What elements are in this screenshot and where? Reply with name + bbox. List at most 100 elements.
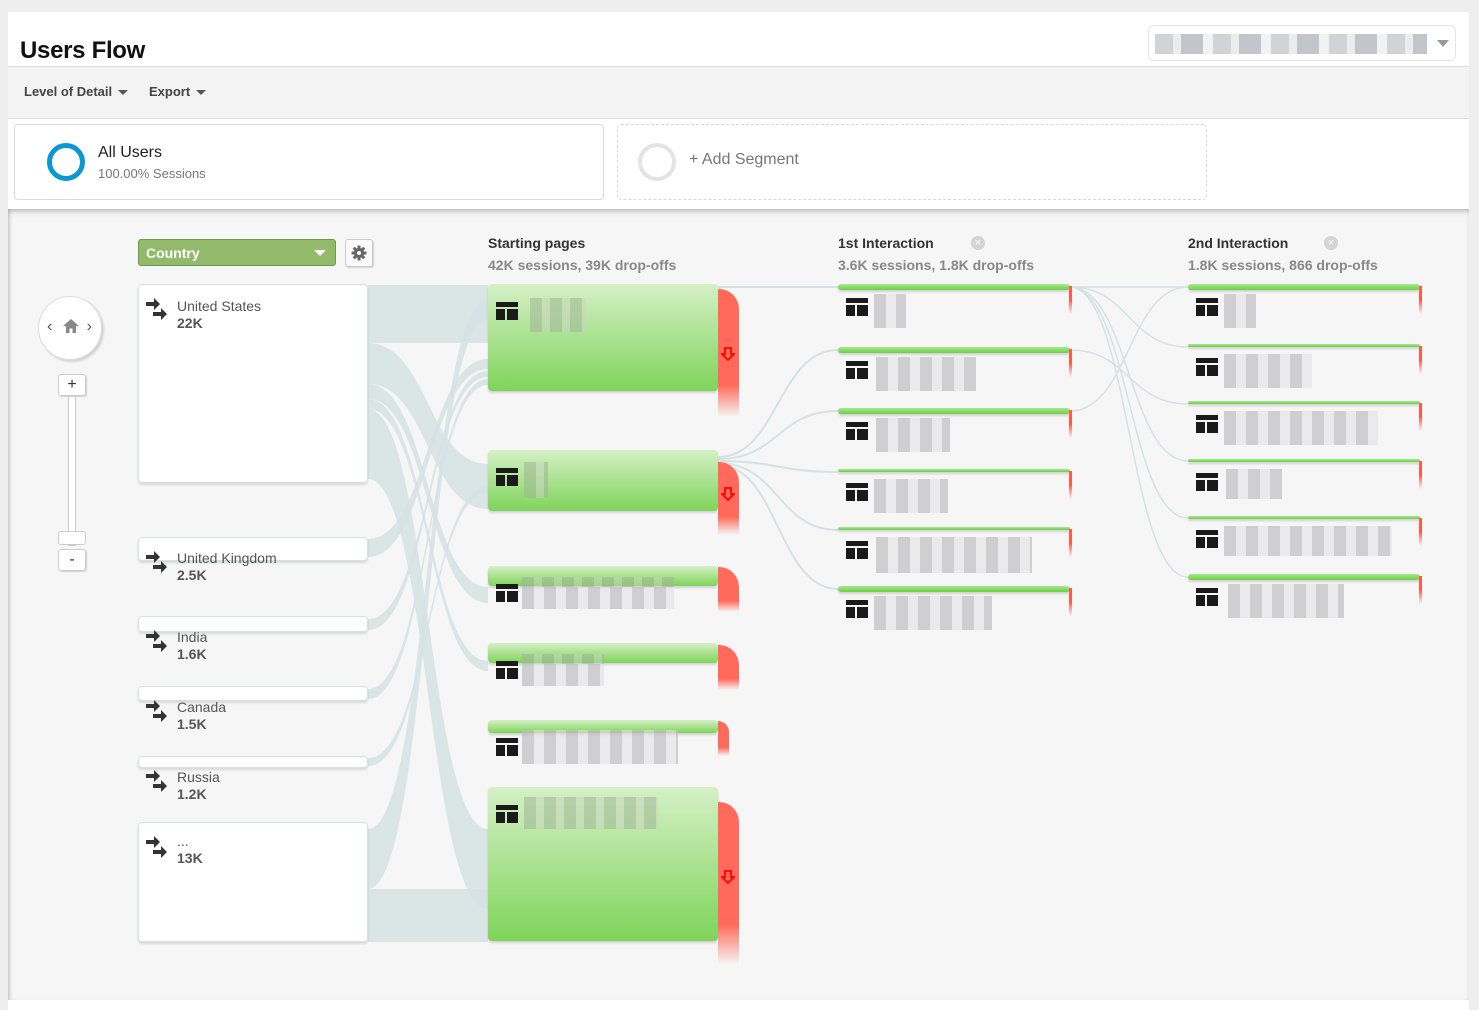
zoom-out-button[interactable]: - xyxy=(58,549,86,571)
remove-step-icon[interactable]: × xyxy=(971,236,985,250)
starting-page-node[interactable] xyxy=(488,450,718,511)
dropoff-bar xyxy=(1069,529,1072,557)
second-interaction-node[interactable] xyxy=(1188,516,1422,566)
country-name: United States xyxy=(177,298,262,314)
country-node[interactable]: United States 22K xyxy=(138,284,368,483)
dropoff-bar xyxy=(1419,518,1422,546)
dropoff-arrow-icon xyxy=(721,347,735,361)
node-volume-bar xyxy=(1188,574,1420,580)
starting-page-node[interactable] xyxy=(488,643,718,686)
date-range-redacted xyxy=(1155,34,1427,54)
traffic-arrows-icon xyxy=(146,551,167,573)
first-interaction-node[interactable] xyxy=(838,408,1072,458)
starting-page-node[interactable] xyxy=(488,284,718,391)
country-node[interactable]: United Kingdom 2.5K xyxy=(138,537,368,583)
dropoff-bar[interactable] xyxy=(718,802,739,965)
page-name-redacted xyxy=(1228,584,1344,618)
first-interaction-node[interactable] xyxy=(838,347,1072,397)
starting-page-node[interactable] xyxy=(488,566,718,609)
remove-step-icon[interactable]: × xyxy=(1324,236,1338,250)
home-icon[interactable] xyxy=(62,317,80,335)
page-name-redacted xyxy=(522,587,674,609)
country-name: Canada xyxy=(177,699,227,715)
toolbar: Level of Detail Export xyxy=(8,67,1469,119)
second-interaction-node[interactable] xyxy=(1188,459,1422,509)
dropoff-bar[interactable] xyxy=(718,721,729,756)
first-interaction-node[interactable] xyxy=(838,469,1072,519)
dropoff-bar[interactable] xyxy=(718,289,739,417)
first-interaction-node[interactable] xyxy=(838,284,1072,334)
add-segment-button[interactable]: + Add Segment xyxy=(617,124,1207,200)
dropoff-bar xyxy=(1069,588,1072,616)
dropoff-bar xyxy=(1069,286,1072,314)
dropoff-bar xyxy=(1419,403,1422,431)
flow-canvas[interactable]: ‹ › + - Country United States 22K United… xyxy=(8,209,1469,1000)
pan-control: ‹ › xyxy=(38,296,102,360)
chevron-down-icon xyxy=(1437,40,1449,47)
dimension-settings-button[interactable] xyxy=(345,239,373,267)
starting-page-node[interactable] xyxy=(488,720,718,764)
flow-link[interactable] xyxy=(1069,349,1189,405)
dimension-select[interactable]: Country xyxy=(138,239,336,266)
starting-page-node[interactable] xyxy=(488,787,718,941)
dropoff-bar[interactable] xyxy=(718,462,739,535)
country-sessions: 1.6K xyxy=(177,646,207,662)
flow-band[interactable] xyxy=(368,889,488,942)
second-interaction-node[interactable] xyxy=(1188,401,1422,451)
second-interaction-node[interactable] xyxy=(1188,574,1422,624)
second-interaction-node[interactable] xyxy=(1188,344,1422,394)
page-name-redacted xyxy=(874,479,948,513)
node-volume-bar xyxy=(838,586,1070,592)
page-name-redacted xyxy=(1224,294,1256,328)
flow-link[interactable] xyxy=(717,410,839,460)
page-icon xyxy=(846,422,868,440)
pan-right-button[interactable]: › xyxy=(87,318,92,336)
page-name-redacted xyxy=(524,462,548,498)
page-icon xyxy=(1196,588,1218,606)
page-name-redacted xyxy=(522,664,604,686)
dropoff-bar xyxy=(1069,410,1072,438)
zoom-slider-track[interactable] xyxy=(68,396,76,546)
flow-link[interactable] xyxy=(1069,286,1189,578)
traffic-arrows-icon xyxy=(146,630,167,652)
segment-donut-icon xyxy=(47,143,85,181)
page-name-redacted xyxy=(876,537,1032,573)
country-sessions: 2.5K xyxy=(177,567,207,583)
country-sessions: 1.2K xyxy=(177,786,207,802)
gear-icon xyxy=(351,245,367,261)
country-name: India xyxy=(177,629,208,645)
zoom-slider-handle[interactable] xyxy=(58,531,86,545)
segment-all-users[interactable]: All Users 100.00% Sessions xyxy=(14,124,604,200)
page-icon xyxy=(846,483,868,501)
country-sessions: 13K xyxy=(177,850,203,866)
node-volume-bar xyxy=(1188,459,1420,462)
caret-down-icon xyxy=(118,90,129,96)
flow-band[interactable] xyxy=(368,487,488,766)
date-range-selector[interactable] xyxy=(1148,25,1456,61)
first-interaction-node[interactable] xyxy=(838,586,1072,636)
country-name: United Kingdom xyxy=(177,550,277,566)
first-interaction-title: 1st Interaction xyxy=(838,235,934,251)
country-node[interactable]: Canada 1.5K xyxy=(138,686,368,732)
pan-left-button[interactable]: ‹ xyxy=(47,318,52,336)
page-title: Users Flow xyxy=(20,37,146,64)
export-label: Export xyxy=(149,84,191,99)
export-menu[interactable]: Export xyxy=(149,84,207,99)
country-node[interactable]: ... 13K xyxy=(138,822,368,942)
flow-link[interactable] xyxy=(1069,286,1189,412)
country-sessions: 22K xyxy=(177,315,203,331)
country-node[interactable]: Russia 1.2K xyxy=(138,756,368,802)
first-interaction-node[interactable] xyxy=(838,527,1072,577)
page-name-redacted xyxy=(876,357,976,391)
zoom-in-button[interactable]: + xyxy=(58,374,86,396)
country-node[interactable]: India 1.6K xyxy=(138,616,368,662)
page-icon xyxy=(846,298,868,316)
page-icon xyxy=(846,541,868,559)
page-icon xyxy=(1196,530,1218,548)
level-of-detail-menu[interactable]: Level of Detail xyxy=(24,84,129,99)
second-interaction-node[interactable] xyxy=(1188,284,1422,334)
page-icon xyxy=(1196,415,1218,433)
page-name-redacted xyxy=(522,654,604,664)
title-bar: Users Flow xyxy=(8,12,1469,67)
page-name-redacted xyxy=(524,797,658,829)
